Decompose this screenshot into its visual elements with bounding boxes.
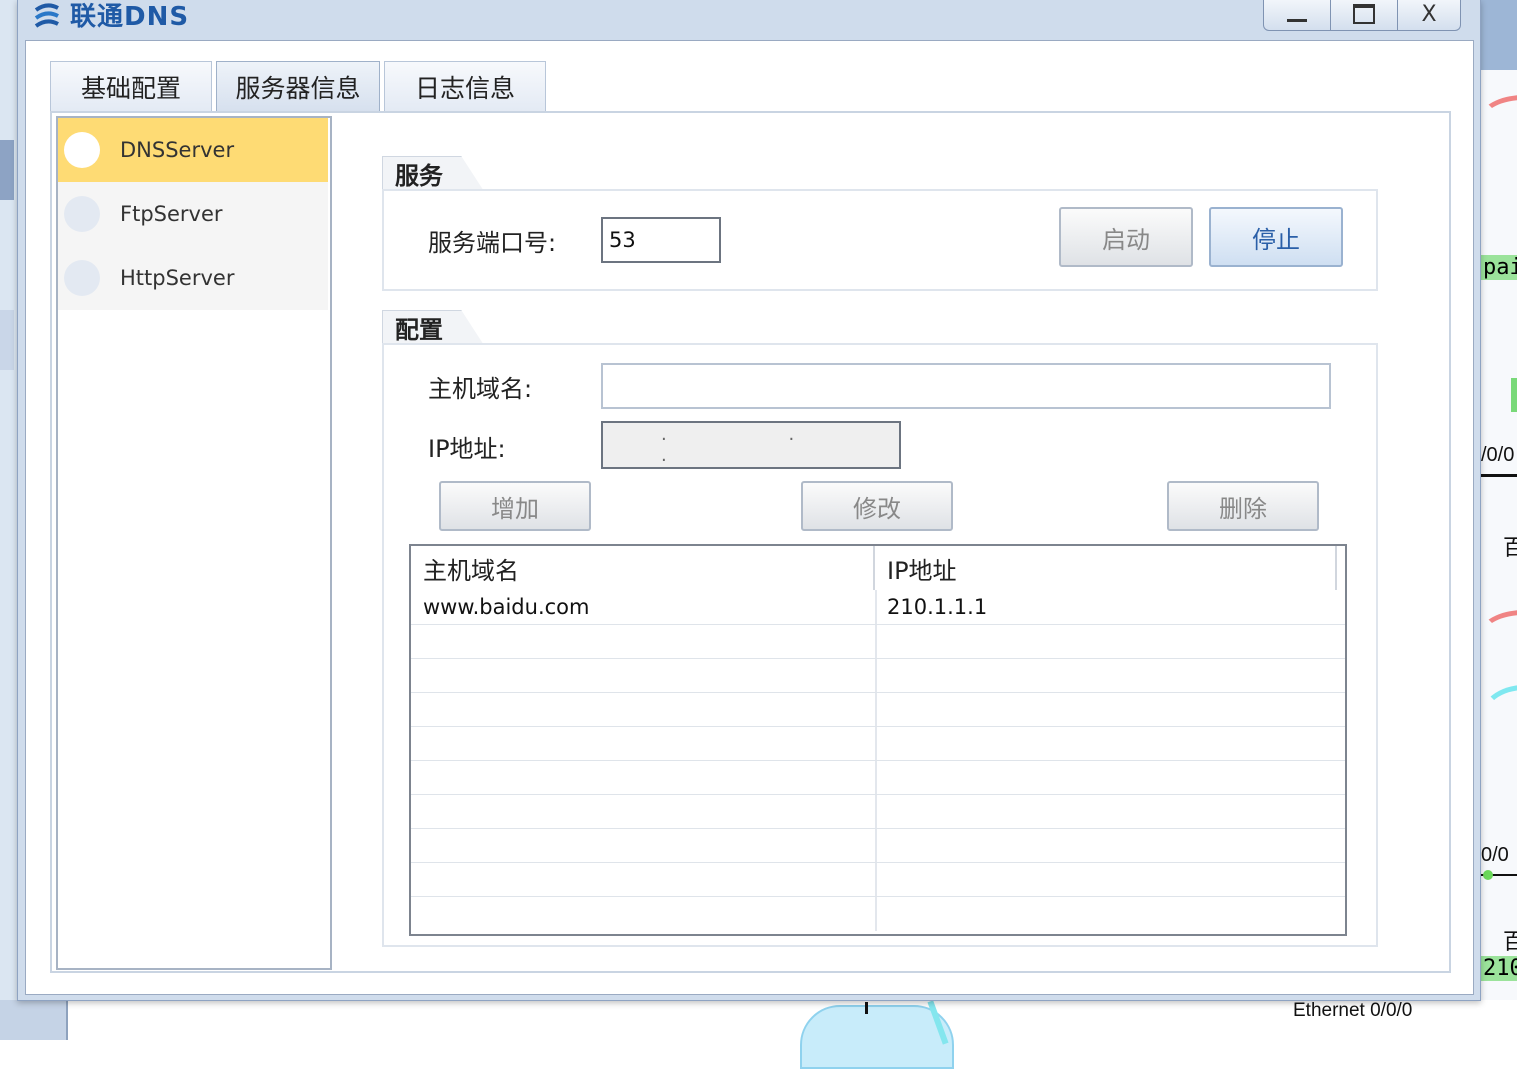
link-arc-cyan bbox=[1479, 685, 1517, 755]
cell-ip bbox=[875, 761, 1341, 795]
cell-ip bbox=[875, 727, 1341, 761]
cell-ip bbox=[875, 829, 1341, 863]
empty-table-row[interactable] bbox=[411, 862, 1345, 897]
server-list: DNSServer FtpServer HttpServer bbox=[56, 116, 332, 970]
empty-table-row[interactable] bbox=[411, 692, 1345, 727]
title-bar[interactable]: 联通DNS X bbox=[18, 0, 1480, 40]
server-status-icon bbox=[64, 132, 100, 168]
server-item-label: FtpServer bbox=[120, 202, 223, 226]
dns-app-icon bbox=[34, 3, 59, 28]
service-group-title: 服务 bbox=[382, 156, 483, 190]
start-button[interactable]: 启动 bbox=[1059, 207, 1193, 267]
port-label: /0/0 bbox=[1481, 444, 1515, 466]
server-item-dns[interactable]: DNSServer bbox=[58, 118, 328, 182]
device-tag: pai bbox=[1481, 255, 1517, 280]
window-controls: X bbox=[1263, 0, 1461, 31]
cell-ip bbox=[875, 863, 1341, 897]
dns-record-table[interactable]: 主机域名 IP地址 www.baidu.com 210.1.1.1 bbox=[409, 544, 1347, 936]
column-divider[interactable] bbox=[873, 546, 875, 590]
server-item-label: HttpServer bbox=[120, 266, 235, 290]
dns-server-window: 联通DNS X 基础配置 服务器信息 日志信息 DNSServer FtpSer… bbox=[17, 0, 1481, 1001]
cell-host bbox=[411, 727, 875, 761]
workspace-left-edge bbox=[0, 0, 18, 1040]
interface-label: Ethernet 0/0/0 bbox=[1293, 1000, 1413, 1021]
minimize-button[interactable] bbox=[1263, 0, 1331, 31]
cell-host bbox=[411, 761, 875, 795]
table-header: 主机域名 IP地址 bbox=[411, 546, 1345, 590]
empty-table-row[interactable] bbox=[411, 658, 1345, 693]
add-button[interactable]: 增加 bbox=[439, 481, 591, 531]
close-button[interactable]: X bbox=[1398, 0, 1461, 31]
tab-basic-config[interactable]: 基础配置 bbox=[50, 61, 212, 112]
ip-input[interactable]: . . . bbox=[601, 421, 901, 469]
server-item-label: DNSServer bbox=[120, 138, 235, 162]
server-status-icon bbox=[64, 260, 100, 296]
empty-table-row[interactable] bbox=[411, 828, 1345, 863]
server-info-panel: DNSServer FtpServer HttpServer 服务 服务端口号:… bbox=[50, 111, 1451, 973]
device-name-fragment: 百 bbox=[1503, 535, 1517, 560]
column-header-ip[interactable]: IP地址 bbox=[875, 546, 1341, 590]
cell-ip bbox=[875, 897, 1341, 931]
host-label: 主机域名: bbox=[428, 375, 533, 403]
cell-ip bbox=[875, 795, 1341, 829]
delete-button[interactable]: 删除 bbox=[1167, 481, 1319, 531]
cell-host bbox=[411, 625, 875, 659]
link-arc-red bbox=[1479, 95, 1517, 145]
workspace-panel-bottom-left bbox=[0, 1000, 68, 1040]
link-line bbox=[1479, 474, 1517, 477]
empty-table-row[interactable] bbox=[411, 760, 1345, 795]
empty-table-row[interactable] bbox=[411, 624, 1345, 659]
port-input[interactable]: 53 bbox=[601, 217, 721, 263]
device-tag: 210 bbox=[1481, 956, 1517, 981]
server-item-http[interactable]: HttpServer bbox=[58, 246, 328, 310]
server-status-icon bbox=[64, 196, 100, 232]
port-label: 0/0 bbox=[1481, 844, 1509, 866]
empty-table-row[interactable] bbox=[411, 726, 1345, 761]
cell-ip: 210.1.1.1 bbox=[887, 595, 988, 619]
cell-ip bbox=[875, 625, 1341, 659]
server-item-ftp[interactable]: FtpServer bbox=[58, 182, 328, 246]
port-label: 服务端口号: bbox=[428, 229, 557, 257]
close-icon: X bbox=[1421, 1, 1437, 27]
minimize-icon bbox=[1287, 18, 1307, 22]
workspace-toolbar-fragment bbox=[1479, 0, 1517, 70]
column-header-host[interactable]: 主机域名 bbox=[411, 546, 875, 590]
tab-server-info[interactable]: 服务器信息 bbox=[216, 61, 380, 112]
empty-table-row[interactable] bbox=[411, 896, 1345, 931]
cell-ip bbox=[875, 693, 1341, 727]
ip-label: IP地址: bbox=[428, 435, 506, 463]
column-divider[interactable] bbox=[1335, 546, 1337, 590]
cell-host bbox=[411, 897, 875, 931]
stop-button[interactable]: 停止 bbox=[1209, 207, 1343, 267]
table-row[interactable]: www.baidu.com 210.1.1.1 bbox=[411, 590, 1345, 624]
device-name-fragment: 百 bbox=[1503, 929, 1517, 954]
tab-bar: 基础配置 服务器信息 日志信息 bbox=[50, 61, 550, 112]
cell-host bbox=[411, 863, 875, 897]
link-arc-red bbox=[1479, 610, 1517, 660]
tab-log-info[interactable]: 日志信息 bbox=[384, 61, 546, 112]
workspace-right-edge bbox=[1479, 0, 1517, 1040]
workspace-panel-left bbox=[0, 310, 14, 370]
cloud-icon bbox=[800, 1005, 954, 1069]
maximize-button[interactable] bbox=[1331, 0, 1398, 31]
config-group-title: 配置 bbox=[382, 310, 483, 344]
cell-ip bbox=[875, 659, 1341, 693]
cell-host bbox=[411, 795, 875, 829]
empty-table-row[interactable] bbox=[411, 794, 1345, 829]
workspace-device-left bbox=[0, 140, 14, 200]
link-indicator bbox=[1511, 378, 1517, 412]
cell-host bbox=[411, 829, 875, 863]
window-title: 联通DNS bbox=[70, 2, 190, 32]
port-dot bbox=[1483, 870, 1493, 880]
host-input[interactable] bbox=[601, 363, 1331, 409]
modify-button[interactable]: 修改 bbox=[801, 481, 953, 531]
cell-host bbox=[411, 693, 875, 727]
maximize-icon bbox=[1353, 4, 1375, 24]
link-line bbox=[865, 1002, 868, 1014]
workspace-bottom bbox=[0, 1000, 1517, 1040]
cell-host bbox=[411, 659, 875, 693]
cell-host: www.baidu.com bbox=[423, 595, 590, 619]
window-client-area: 基础配置 服务器信息 日志信息 DNSServer FtpServer Http… bbox=[25, 40, 1474, 995]
